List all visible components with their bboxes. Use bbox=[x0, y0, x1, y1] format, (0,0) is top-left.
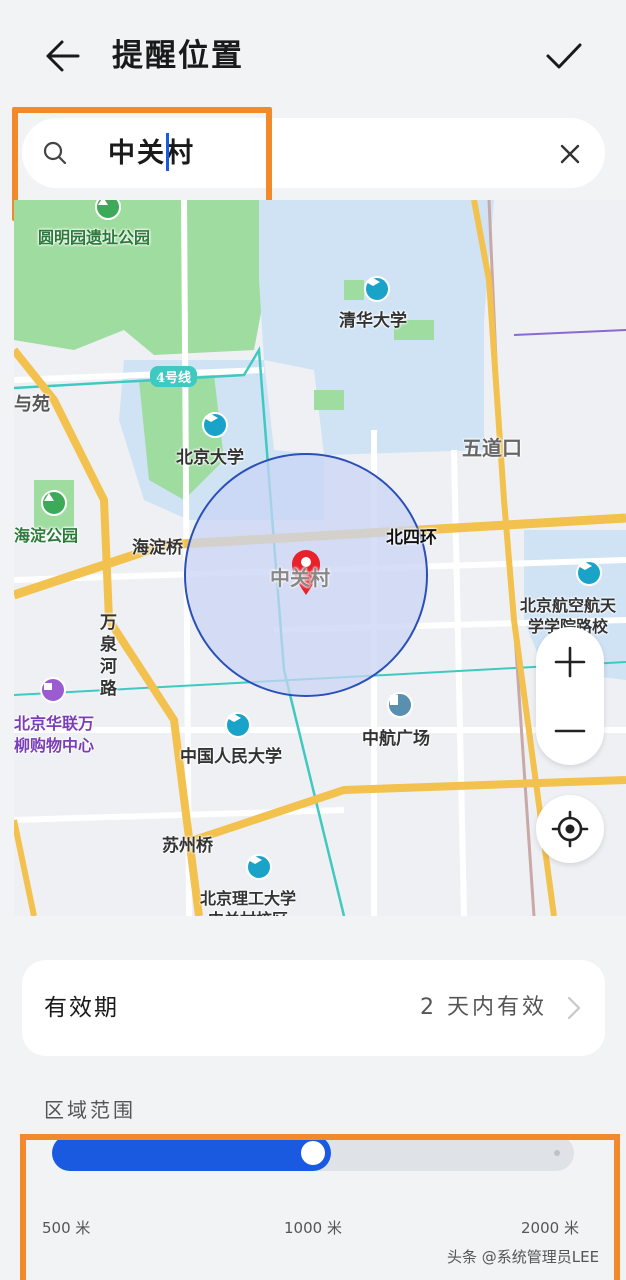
search-bar bbox=[22, 118, 605, 188]
minus-icon bbox=[554, 729, 586, 732]
map-label: 中国人民大学 bbox=[180, 747, 282, 767]
map-view[interactable]: 圆明园遗址公园 清华大学 4号线 与苑 北京大学 五道口 海淀公园 海淀桥 北四… bbox=[14, 200, 626, 916]
range-tick-mid: 1000 米 bbox=[284, 1219, 342, 1237]
university-icon bbox=[202, 412, 228, 438]
text-caret bbox=[166, 133, 169, 171]
back-button[interactable] bbox=[40, 34, 84, 78]
chevron-right-icon bbox=[567, 996, 581, 1020]
map-label: 中关村校区 bbox=[208, 906, 288, 916]
map-label: 北京华联万 bbox=[14, 714, 95, 733]
slider-fill bbox=[52, 1135, 331, 1171]
subway-line-badge: 4号线 bbox=[150, 366, 198, 387]
locate-icon bbox=[551, 810, 589, 848]
range-tick-min: 500 米 bbox=[42, 1219, 91, 1237]
map-label: 与苑 bbox=[14, 394, 50, 415]
search-icon bbox=[43, 141, 67, 165]
search-input[interactable] bbox=[108, 135, 408, 171]
clear-search-button[interactable] bbox=[554, 140, 586, 168]
arrow-left-icon bbox=[46, 40, 80, 72]
map-label: 清华大学 bbox=[339, 311, 407, 331]
header-bar: 提醒位置 bbox=[0, 0, 626, 110]
building-icon bbox=[387, 692, 413, 718]
map-label: 北京大学 bbox=[176, 448, 244, 468]
zoom-out-button[interactable] bbox=[536, 696, 604, 765]
range-section-title: 区域范围 bbox=[44, 1098, 136, 1122]
map-label: 北四环 bbox=[386, 528, 437, 548]
map-label: 中关村 bbox=[270, 566, 330, 590]
map-label: 五道口 bbox=[462, 436, 522, 460]
shopping-icon bbox=[40, 677, 66, 703]
map-label: 中航广场 bbox=[362, 729, 430, 749]
map-label: 海淀公园 bbox=[14, 526, 79, 545]
slider-end-dot bbox=[554, 1150, 560, 1156]
university-icon bbox=[576, 560, 602, 586]
map-base bbox=[14, 200, 626, 916]
zoom-control bbox=[536, 627, 604, 765]
map-label: 海淀桥 bbox=[132, 538, 183, 558]
map-label: 柳购物中心 bbox=[14, 736, 95, 755]
range-slider[interactable] bbox=[52, 1135, 574, 1171]
watermark: 头条 @系统管理员LEE bbox=[447, 1248, 600, 1266]
validity-label: 有效期 bbox=[44, 995, 119, 1021]
range-tick-max: 2000 米 bbox=[521, 1219, 579, 1237]
locate-button[interactable] bbox=[536, 795, 604, 863]
validity-row[interactable]: 有效期 2 天内有效 bbox=[22, 960, 605, 1056]
university-icon bbox=[225, 712, 251, 738]
zoom-in-button[interactable] bbox=[536, 627, 604, 696]
confirm-button[interactable] bbox=[542, 34, 586, 78]
park-icon bbox=[41, 490, 67, 516]
map-label: 苏州桥 bbox=[162, 836, 213, 856]
university-icon bbox=[364, 276, 390, 302]
validity-value: 2 天内有效 bbox=[420, 995, 547, 1020]
university-icon bbox=[246, 854, 272, 880]
page-title: 提醒位置 bbox=[112, 38, 244, 74]
map-label: 万泉河路 bbox=[100, 613, 117, 699]
checkmark-icon bbox=[546, 43, 582, 69]
slider-thumb[interactable] bbox=[301, 1141, 325, 1165]
map-label: 圆明园遗址公园 bbox=[38, 228, 151, 247]
plus-icon bbox=[554, 646, 586, 677]
close-icon bbox=[560, 144, 580, 164]
